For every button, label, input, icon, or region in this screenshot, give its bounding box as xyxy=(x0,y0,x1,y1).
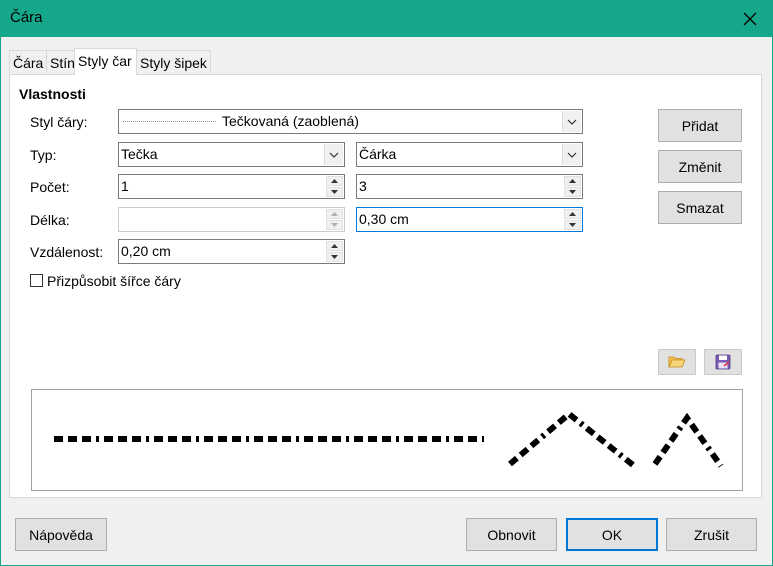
save-icon xyxy=(715,354,731,370)
spin-buttons xyxy=(564,209,581,230)
dropdown-button[interactable] xyxy=(324,144,343,165)
modify-button[interactable]: Změnit xyxy=(658,150,742,183)
reset-button-label: Obnovit xyxy=(487,526,536,543)
modify-button-label: Změnit xyxy=(678,158,722,175)
open-file-button[interactable] xyxy=(658,349,696,375)
spin-down-button[interactable] xyxy=(326,252,343,262)
spin-down-button[interactable] xyxy=(564,187,581,197)
cancel-button[interactable]: Zrušit xyxy=(666,518,757,551)
fit-to-width-label[interactable]: Přizpůsobit šířce čáry xyxy=(47,273,181,289)
type-dropdown-2[interactable]: Čárka xyxy=(356,142,583,167)
triangle-down-icon xyxy=(569,223,576,227)
spin-up-button[interactable] xyxy=(326,209,343,219)
dropdown-button[interactable] xyxy=(562,144,581,165)
triangle-up-icon xyxy=(569,179,576,183)
tab-label: Styly šipek xyxy=(140,55,207,71)
line-style-preview-area xyxy=(31,389,743,491)
count-value-1: 1 xyxy=(121,178,129,194)
chevron-down-icon xyxy=(567,152,577,158)
window-title: Čára xyxy=(10,9,43,26)
folder-open-icon xyxy=(668,356,686,368)
triangle-up-icon xyxy=(331,212,338,216)
spin-up-button[interactable] xyxy=(326,241,343,251)
spin-down-button[interactable] xyxy=(326,187,343,197)
save-button[interactable] xyxy=(704,349,742,375)
tab-label: Stín xyxy=(50,55,75,71)
tab-line[interactable]: Čára xyxy=(9,50,47,73)
help-button-label: Nápověda xyxy=(29,526,93,543)
count-value-2: 3 xyxy=(359,178,367,194)
count-spinner-1[interactable]: 1 xyxy=(118,174,345,199)
triangle-down-icon xyxy=(331,255,338,259)
line-style-preview xyxy=(123,121,216,122)
chevron-down-icon xyxy=(329,152,339,158)
length-spinner-2[interactable]: 0,30 cm xyxy=(356,207,583,232)
ok-button[interactable]: OK xyxy=(566,518,658,551)
length-label: Délka: xyxy=(30,212,70,228)
count-spinner-2[interactable]: 3 xyxy=(356,174,583,199)
spin-up-button[interactable] xyxy=(564,209,581,219)
spin-up-button[interactable] xyxy=(564,176,581,186)
spin-down-button[interactable] xyxy=(564,220,581,230)
line-style-label: Styl čáry: xyxy=(30,114,88,130)
help-button[interactable]: Nápověda xyxy=(15,518,107,551)
triangle-up-icon xyxy=(569,212,576,216)
triangle-up-icon xyxy=(331,179,338,183)
type-value-2: Čárka xyxy=(359,146,397,162)
line-style-value: Tečkovaná (zaoblená) xyxy=(222,113,359,129)
preview-drawing xyxy=(54,410,724,468)
spin-buttons xyxy=(326,176,343,197)
spin-up-button[interactable] xyxy=(326,176,343,186)
close-icon xyxy=(743,12,757,25)
type-label: Typ: xyxy=(30,147,57,163)
count-label: Počet: xyxy=(30,179,70,195)
spacing-label: Vzdálenost: xyxy=(30,244,104,260)
spin-buttons xyxy=(564,176,581,197)
spacing-value: 0,20 cm xyxy=(121,243,171,259)
add-button-label: Přidat xyxy=(681,117,719,134)
fit-to-width-checkbox[interactable] xyxy=(30,274,43,287)
reset-button[interactable]: Obnovit xyxy=(466,518,557,551)
triangle-down-icon xyxy=(331,190,338,194)
ok-button-label: OK xyxy=(601,526,623,543)
triangle-up-icon xyxy=(331,244,338,248)
tab-arrow-styles[interactable]: Styly šipek xyxy=(136,50,211,73)
type-value-1: Tečka xyxy=(121,146,158,162)
spin-buttons xyxy=(326,209,343,230)
section-heading: Vlastnosti xyxy=(19,86,86,102)
tab-label: Styly čar xyxy=(78,53,132,69)
title-bar: Čára xyxy=(0,0,773,37)
length-spinner-1[interactable] xyxy=(118,207,345,232)
delete-button-label: Smazat xyxy=(676,199,724,216)
dropdown-button[interactable] xyxy=(562,111,581,132)
add-button[interactable]: Přidat xyxy=(658,109,742,142)
tab-line-styles[interactable]: Styly čar xyxy=(74,48,137,75)
spin-buttons xyxy=(326,241,343,262)
cancel-button-label: Zrušit xyxy=(694,526,729,543)
tab-shadow[interactable]: Stín xyxy=(46,50,75,73)
tab-label: Čára xyxy=(13,55,44,71)
spin-down-button[interactable] xyxy=(326,220,343,230)
triangle-down-icon xyxy=(569,190,576,194)
chevron-down-icon xyxy=(567,119,577,125)
length-value-2: 0,30 cm xyxy=(359,211,409,227)
type-dropdown-1[interactable]: Tečka xyxy=(118,142,345,167)
delete-button[interactable]: Smazat xyxy=(658,191,742,224)
spacing-spinner[interactable]: 0,20 cm xyxy=(118,239,345,264)
triangle-down-icon xyxy=(331,223,338,227)
line-style-dropdown[interactable]: Tečkovaná (zaoblená) xyxy=(118,109,583,134)
close-button[interactable] xyxy=(727,0,773,37)
